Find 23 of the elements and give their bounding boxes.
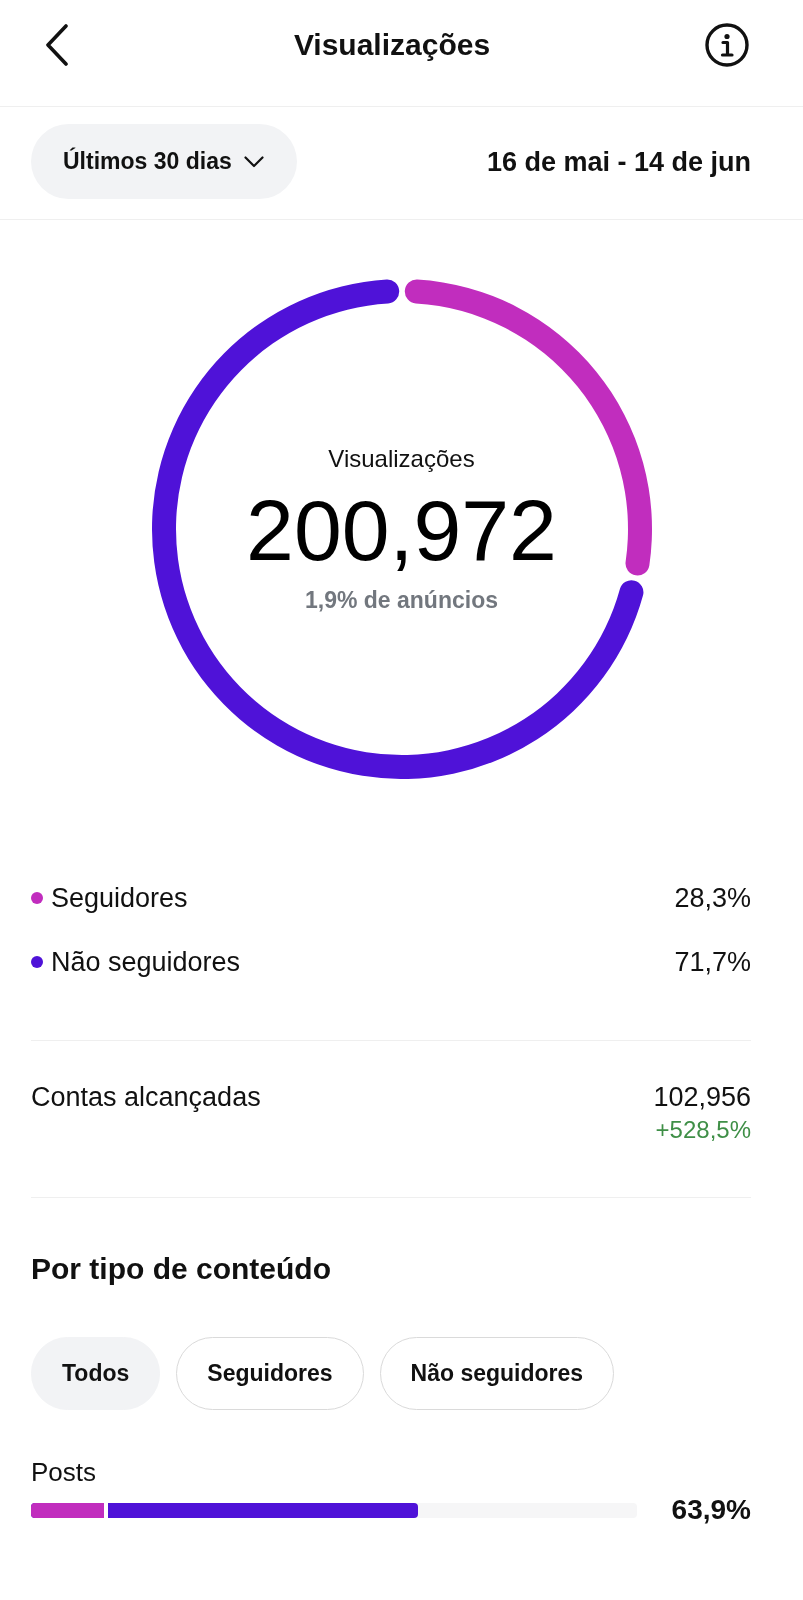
ads-share: 1,9% de anúncios bbox=[305, 585, 498, 615]
stat-label: Contas alcançadas bbox=[31, 1081, 261, 1114]
legend-label: Seguidores bbox=[51, 882, 188, 915]
filter-chip[interactable]: Seguidores bbox=[176, 1337, 364, 1410]
donut-label: Visualizações bbox=[328, 443, 475, 474]
legend-value: 71,7% bbox=[674, 946, 751, 979]
info-icon bbox=[705, 23, 749, 67]
bar-label: Posts bbox=[31, 1456, 98, 1488]
chevron-down-icon bbox=[243, 155, 264, 168]
filter-chip[interactable]: Não seguidores bbox=[379, 1337, 615, 1410]
stat-value: 102,956 bbox=[653, 1081, 751, 1114]
date-range: 16 de mai - 14 de jun bbox=[486, 145, 751, 179]
filter-chip[interactable]: Todos bbox=[31, 1337, 161, 1410]
period-dropdown[interactable]: Últimos 30 dias bbox=[31, 124, 297, 199]
page-title: Visualizações bbox=[293, 27, 491, 63]
bar-value: 63,9% bbox=[671, 1493, 751, 1527]
section-title: Por tipo de conteúdo bbox=[31, 1251, 332, 1287]
chevron-left-icon bbox=[45, 24, 69, 66]
legend-label: Não seguidores bbox=[51, 946, 241, 979]
stat-change: +528,5% bbox=[655, 1115, 751, 1145]
total-views: 200,972 bbox=[246, 486, 557, 573]
legend-value: 28,3% bbox=[674, 882, 751, 915]
info-button[interactable] bbox=[705, 23, 749, 67]
